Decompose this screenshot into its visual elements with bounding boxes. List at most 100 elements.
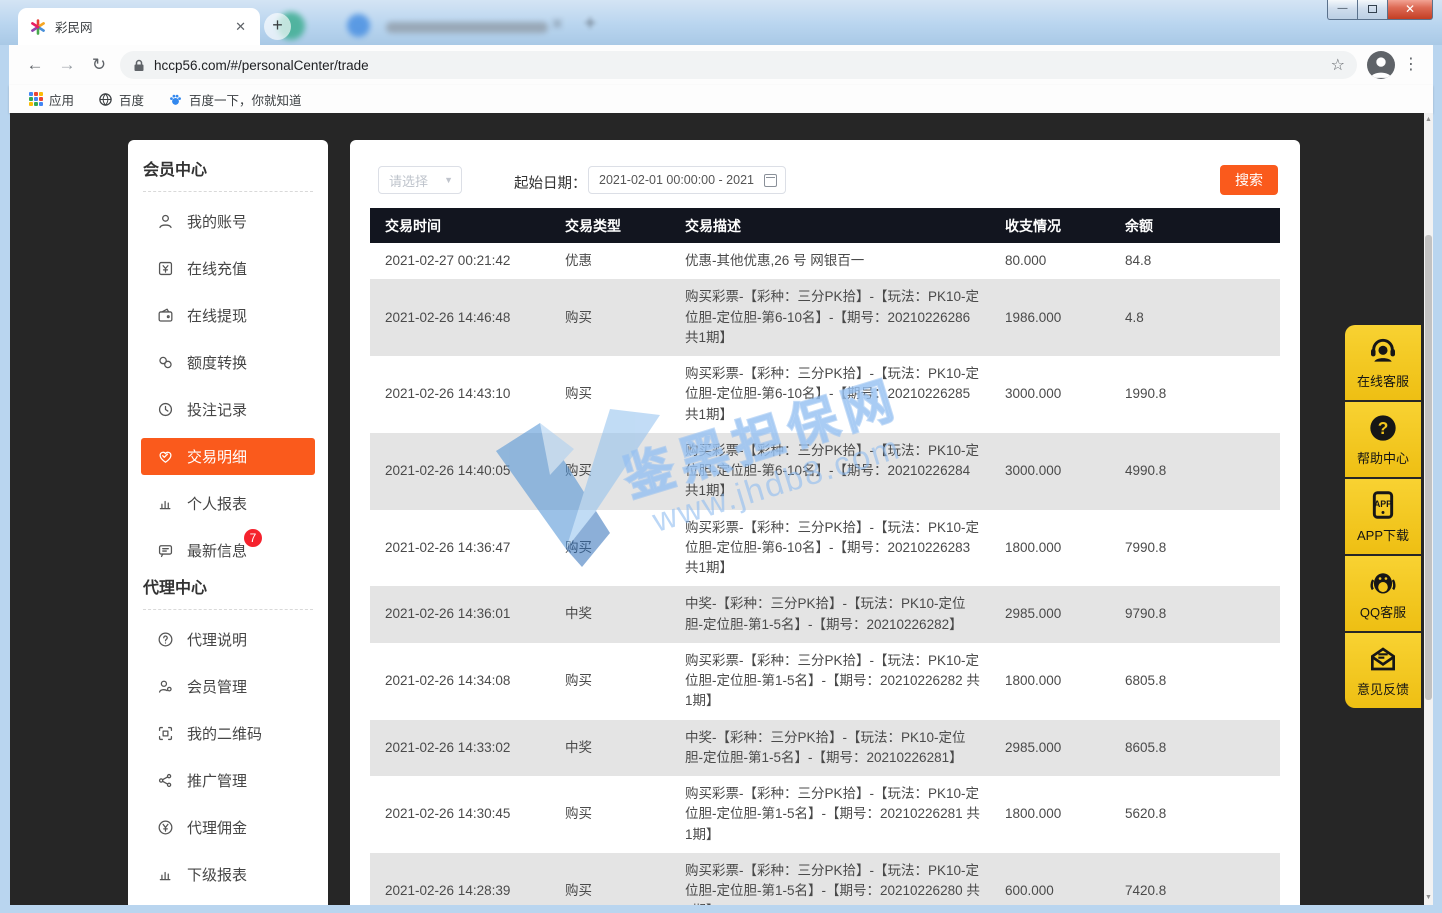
bookmark-star-icon[interactable]: ☆ <box>1331 55 1345 75</box>
cell-description: 中奖-【彩种：三分PK拾】-【玩法：PK10-定位胆-定位胆-第1-5名】-【期… <box>670 586 990 643</box>
sidebar-item-额度转换[interactable]: 额度转换 <box>141 339 315 386</box>
calendar-icon <box>764 174 777 187</box>
cell-type: 购买 <box>550 853 670 905</box>
table-row: 2021-02-27 00:21:42优惠优惠-其他优惠,26 号 网银百一80… <box>370 243 1280 279</box>
refresh-icon[interactable]: ↻ <box>86 52 112 78</box>
sidebar-item-下级报表[interactable]: 下级报表 <box>141 851 315 898</box>
sidebar-section-title: 会员中心 <box>143 156 328 180</box>
sidebar-item-代理说明[interactable]: 代理说明 <box>141 616 315 663</box>
close-button[interactable]: ✕ <box>1387 0 1433 20</box>
scrollbar-thumb[interactable] <box>1425 235 1432 700</box>
browser-tab-active[interactable]: 彩民网 ✕ <box>18 8 260 45</box>
sidebar-item-label: 我的账号 <box>187 211 247 232</box>
trade-type-select[interactable]: 请选择 ▼ <box>378 166 462 194</box>
cell-time: 2021-02-26 14:40:05 <box>370 433 550 510</box>
bookmark-item[interactable]: 百度 <box>98 90 144 109</box>
bookmark-label: 应用 <box>49 90 74 109</box>
table-row: 2021-02-26 14:43:10购买购买彩票-【彩种：三分PK拾】-【玩法… <box>370 356 1280 433</box>
table-row: 2021-02-26 14:33:02中奖中奖-【彩种：三分PK拾】-【玩法：P… <box>370 720 1280 777</box>
cell-balance: 4.8 <box>1110 279 1280 356</box>
sidebar-item-label: 投注记录 <box>187 399 247 420</box>
sidebar-item-交易明细[interactable]: 交易明细 <box>141 438 315 475</box>
cell-description: 购买彩票-【彩种：三分PK拾】-【玩法：PK10-定位胆-定位胆-第1-5名】-… <box>670 853 990 905</box>
float-button-label: APP下载 <box>1357 525 1409 544</box>
date-range-value: 2021-02-01 00:00:00 - 2021 <box>599 173 764 187</box>
search-button[interactable]: 搜索 <box>1220 165 1278 195</box>
bookmark-label: 百度 <box>119 90 144 109</box>
cell-balance: 4990.8 <box>1110 433 1280 510</box>
cell-balance: 1990.8 <box>1110 356 1280 433</box>
table-row: 2021-02-26 14:30:45购买购买彩票-【彩种：三分PK拾】-【玩法… <box>370 776 1280 853</box>
sidebar-item-label: 代理说明 <box>187 629 247 650</box>
cell-amount: 1800.000 <box>990 643 1110 720</box>
app-icon: APP <box>1367 489 1399 521</box>
report-icon <box>156 494 175 513</box>
cell-amount: 3000.000 <box>990 356 1110 433</box>
cell-time: 2021-02-26 14:33:02 <box>370 720 550 777</box>
cell-description: 购买彩票-【彩种：三分PK拾】-【玩法：PK10-定位胆-定位胆-第6-10名】… <box>670 356 990 433</box>
scroll-down-icon[interactable]: ▼ <box>1424 891 1433 905</box>
cell-balance: 5620.8 <box>1110 776 1280 853</box>
maximize-button[interactable] <box>1357 0 1387 20</box>
float-button-label: 在线客服 <box>1357 371 1409 390</box>
blurred-tab-title <box>386 22 548 33</box>
url-text: hccp56.com/#/personalCenter/trade <box>154 58 1331 73</box>
svg-text:?: ? <box>1378 418 1389 438</box>
divider <box>143 609 313 610</box>
address-bar[interactable]: hccp56.com/#/personalCenter/trade ☆ <box>120 51 1357 79</box>
share-icon <box>156 771 175 790</box>
sidebar-item-最新信息[interactable]: 最新信息7 <box>141 527 315 574</box>
help-icon: ? <box>1367 412 1399 444</box>
back-icon[interactable]: ← <box>22 52 48 78</box>
sidebar-item-投注记录[interactable]: 投注记录 <box>141 386 315 433</box>
page-scrollbar[interactable]: ▲ ▼ <box>1424 113 1433 905</box>
sidebar-item-我的账号[interactable]: 我的账号 <box>141 198 315 245</box>
cell-type: 购买 <box>550 279 670 356</box>
trade-icon <box>156 447 175 466</box>
paw-icon <box>168 92 183 107</box>
cell-balance: 9790.8 <box>1110 586 1280 643</box>
sidebar-item-在线提现[interactable]: 在线提现 <box>141 292 315 339</box>
bookmark-item[interactable]: 应用 <box>29 90 74 109</box>
sidebar-item-我的二维码[interactable]: 我的二维码 <box>141 710 315 757</box>
tab-close-icon[interactable]: ✕ <box>231 17 250 37</box>
site-favicon <box>30 19 46 35</box>
column-header: 交易时间 <box>370 208 550 243</box>
commission-icon <box>156 818 175 837</box>
float-button-帮助中心[interactable]: ?帮助中心 <box>1345 402 1421 477</box>
table-header-row: 交易时间交易类型交易描述收支情况余额 <box>370 208 1280 243</box>
question-icon <box>156 630 175 649</box>
sidebar-item-会员管理[interactable]: 会员管理 <box>141 663 315 710</box>
scroll-up-icon[interactable]: ▲ <box>1424 113 1433 127</box>
float-button-在线客服[interactable]: 在线客服 <box>1345 325 1421 400</box>
bookmark-item[interactable]: 百度一下，你就知道 <box>168 90 302 109</box>
sidebar-item-label: 下级报表 <box>187 864 247 885</box>
float-button-QQ客服[interactable]: QQ客服 <box>1345 556 1421 631</box>
date-range-input[interactable]: 2021-02-01 00:00:00 - 2021 <box>588 166 786 194</box>
divider <box>143 191 313 192</box>
float-button-APP下载[interactable]: APP APP下载 <box>1345 479 1421 554</box>
history-icon <box>156 400 175 419</box>
cell-amount: 80.000 <box>990 243 1110 279</box>
date-range-label: 起始日期： <box>514 172 587 193</box>
select-placeholder: 请选择 <box>389 171 428 190</box>
sidebar-item-个人报表[interactable]: 个人报表 <box>141 480 315 527</box>
minimize-button[interactable]: — <box>1327 0 1357 20</box>
browser-menu-icon[interactable]: ⋮ <box>1403 54 1419 74</box>
forward-icon[interactable]: → <box>54 52 80 78</box>
sidebar-item-在线充值[interactable]: 在线充值 <box>141 245 315 292</box>
cell-time: 2021-02-26 14:28:39 <box>370 853 550 905</box>
cell-balance: 7990.8 <box>1110 510 1280 587</box>
profile-avatar[interactable] <box>1367 51 1395 79</box>
globe-icon <box>98 92 113 107</box>
sidebar-item-推广管理[interactable]: 推广管理 <box>141 757 315 804</box>
float-button-意见反馈[interactable]: 意见反馈 <box>1345 633 1421 708</box>
cell-balance: 84.8 <box>1110 243 1280 279</box>
feedback-icon <box>1367 643 1399 675</box>
new-tab-button[interactable]: + <box>264 13 291 40</box>
cell-time: 2021-02-26 14:43:10 <box>370 356 550 433</box>
cell-time: 2021-02-26 14:36:47 <box>370 510 550 587</box>
cell-type: 中奖 <box>550 720 670 777</box>
sidebar-item-代理佣金[interactable]: 代理佣金 <box>141 804 315 851</box>
table-row: 2021-02-26 14:34:08购买购买彩票-【彩种：三分PK拾】-【玩法… <box>370 643 1280 720</box>
